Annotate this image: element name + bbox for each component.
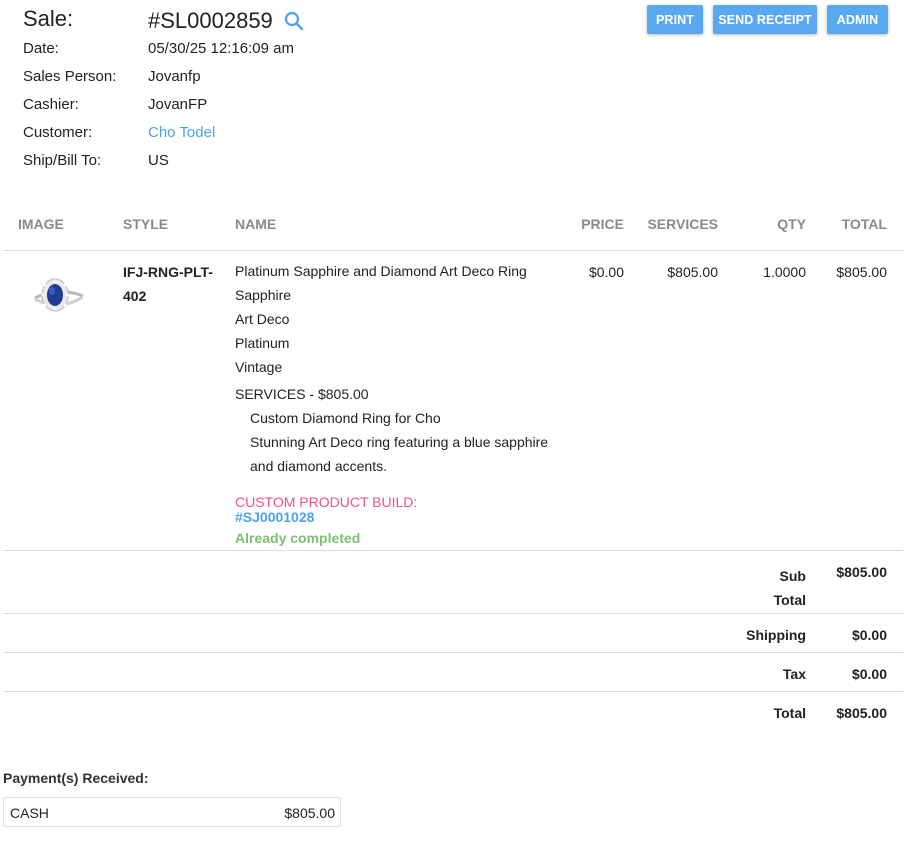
total-label: Total [773, 705, 806, 721]
shipping-value: $0.00 [851, 627, 887, 643]
payment-row: CASH $805.00 [3, 797, 341, 827]
item-total: $805.00 [836, 264, 887, 280]
payment-method: CASH [10, 805, 49, 821]
payments-title: Payment(s) Received: [3, 770, 149, 786]
divider [3, 613, 903, 614]
payment-amount: $805.00 [284, 805, 335, 821]
build-status: Already completed [235, 530, 361, 546]
subtotal-label-line: Total [773, 592, 806, 608]
style-code-line: IFJ-RNG-PLT- [123, 264, 213, 280]
service-line: Stunning Art Deco ring featuring a blue … [250, 434, 549, 450]
date-label: Date: [23, 40, 59, 57]
col-header-style: STYLE [123, 216, 169, 232]
divider [3, 652, 903, 653]
services-heading: SERVICES - $805.00 [235, 386, 369, 402]
col-header-name: NAME [235, 216, 277, 232]
sales-person-value: Jovanfp [148, 68, 201, 85]
send-receipt-button[interactable]: SEND RECEIPT [713, 5, 817, 34]
total-value: $805.00 [836, 705, 887, 721]
item-attribute: Sapphire [235, 287, 292, 303]
item-price: $0.00 [588, 264, 624, 280]
ship-bill-value: US [148, 152, 169, 169]
custom-build-link[interactable]: #SJ0001028 [235, 509, 314, 525]
divider [3, 550, 903, 551]
customer-link[interactable]: Cho Todel [148, 124, 215, 141]
sale-number: #SL0002859 [148, 8, 273, 33]
item-attribute: Platinum [235, 335, 290, 351]
style-link[interactable]: IFJ-RNG-PLT- 402 [123, 260, 213, 308]
col-header-price: PRICE [581, 216, 624, 232]
col-header-qty: QTY [777, 216, 806, 232]
style-code-line: 402 [123, 288, 147, 304]
service-line: and diamond accents. [250, 458, 387, 474]
ring-product-image[interactable] [29, 276, 87, 318]
col-header-image: IMAGE [18, 216, 64, 232]
item-attribute: Vintage [235, 359, 283, 375]
item-name: Platinum Sapphire and Diamond Art Deco R… [235, 263, 527, 279]
cashier-label: Cashier: [23, 96, 79, 113]
admin-button[interactable]: ADMIN [827, 5, 888, 34]
item-services: $805.00 [667, 264, 718, 280]
tax-label: Tax [782, 666, 806, 682]
subtotal-value: $805.00 [836, 564, 887, 580]
custom-build-label: CUSTOM PRODUCT BUILD: [235, 494, 418, 510]
date-value: 05/30/25 12:16:09 am [148, 40, 294, 57]
customer-label: Customer: [23, 124, 93, 141]
item-qty: 1.0000 [763, 264, 806, 280]
cashier-value: JovanFP [148, 96, 208, 113]
sales-person-label: Sales Person: [23, 68, 117, 85]
ship-bill-label: Ship/Bill To: [23, 152, 102, 169]
tax-value: $0.00 [851, 666, 887, 682]
subtotal-label: Sub Total [774, 564, 806, 612]
search-icon[interactable] [284, 11, 304, 31]
shipping-label: Shipping [746, 627, 806, 643]
item-attribute: Art Deco [235, 311, 290, 327]
col-header-services: SERVICES [647, 216, 718, 232]
subtotal-label-line: Sub [779, 568, 806, 584]
sale-label: Sale: [23, 6, 74, 31]
col-header-total: TOTAL [841, 216, 887, 232]
service-line: Custom Diamond Ring for Cho [250, 410, 441, 426]
print-button[interactable]: PRINT [647, 5, 703, 34]
divider [3, 691, 903, 692]
